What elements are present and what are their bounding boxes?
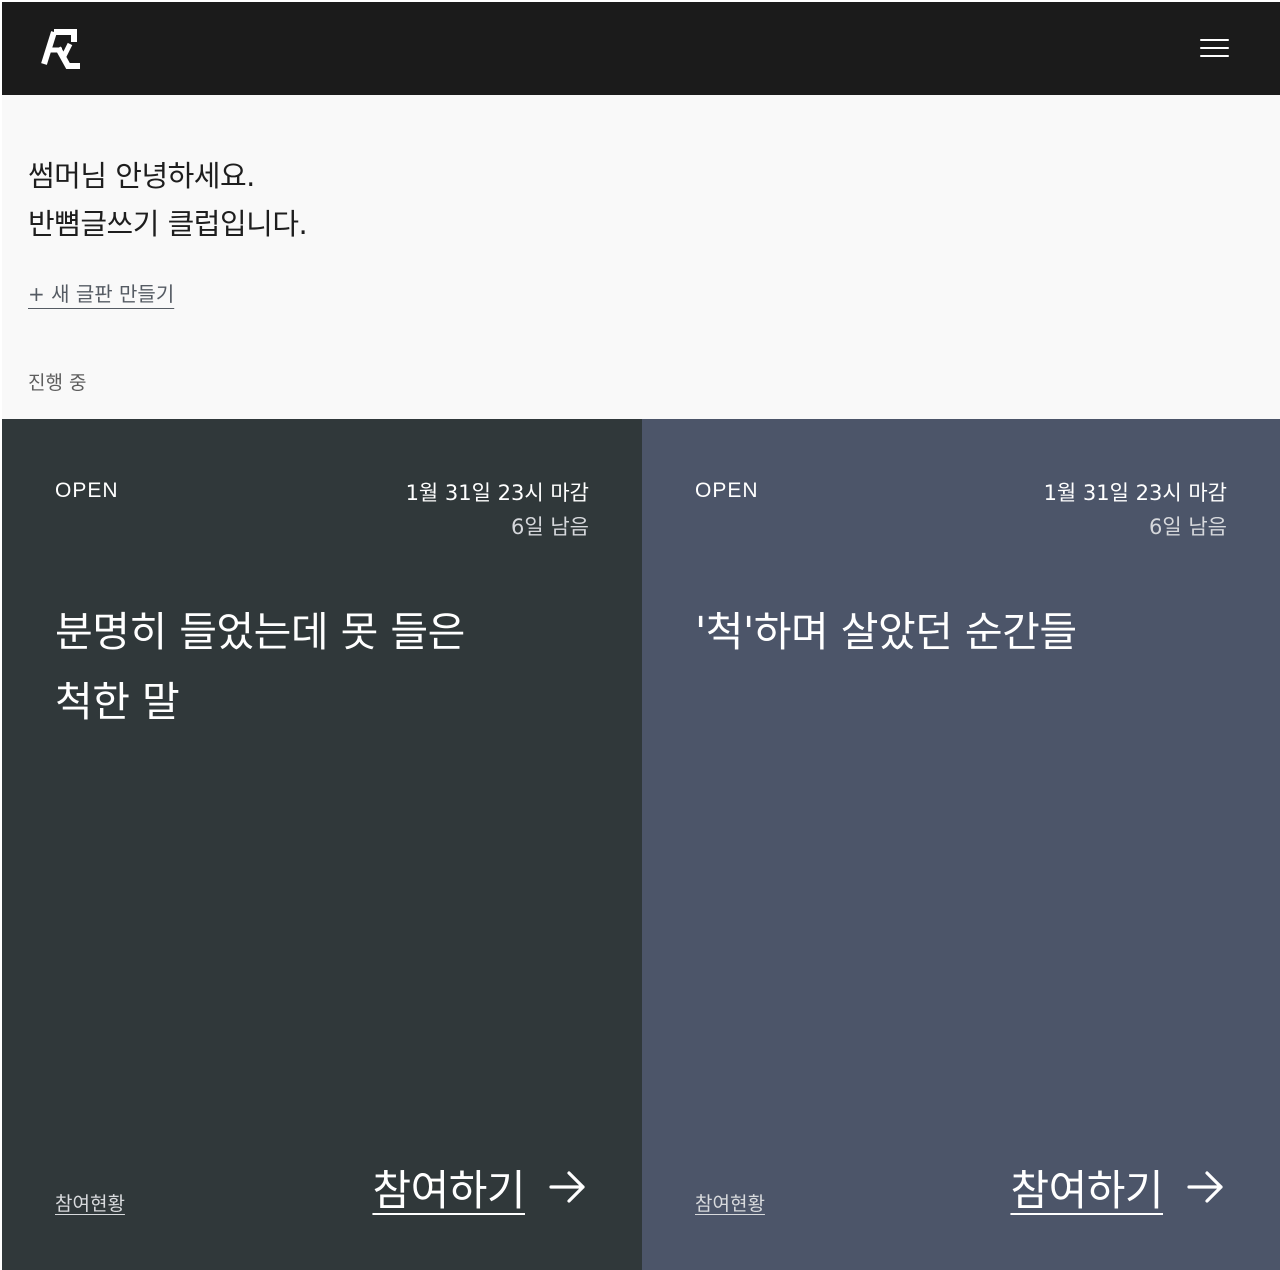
arrow-right-icon <box>549 1171 585 1203</box>
join-button[interactable]: 참여하기 <box>1010 1157 1225 1217</box>
card-title-line-2: 척한 말 <box>55 678 180 726</box>
page: 썸머님 안녕하세요. 반뼘글쓰기 클럽입니다. + 새 글판 만들기 진행 중 … <box>2 2 1280 1270</box>
brand-logo-icon[interactable] <box>40 28 84 70</box>
join-button[interactable]: 참여하기 <box>372 1157 587 1217</box>
deadline-text: 1월 31일 23시 마감 <box>1043 481 1227 505</box>
menu-line <box>1200 55 1229 57</box>
hamburger-menu-icon[interactable] <box>1194 30 1234 66</box>
join-button-label: 참여하기 <box>372 1165 525 1215</box>
greeting: 썸머님 안녕하세요. 반뼘글쓰기 클럽입니다. <box>28 152 308 248</box>
section-label-in-progress: 진행 중 <box>28 372 87 394</box>
card-title[interactable]: 분명히 들었는데 못 들은 척한 말 <box>55 597 555 737</box>
top-bar <box>2 2 1280 95</box>
menu-line <box>1200 39 1229 41</box>
participation-status-link[interactable]: 참여현황 <box>695 1189 765 1216</box>
greeting-line-2: 반뼘글쓰기 클럽입니다. <box>28 207 308 241</box>
status-badge: OPEN <box>55 479 119 502</box>
card-title-line-1: '척'하며 살았던 순간들 <box>695 608 1077 656</box>
join-button-label: 참여하기 <box>1010 1165 1163 1215</box>
new-board-link[interactable]: + 새 글판 만들기 <box>28 278 174 307</box>
deadline-text: 1월 31일 23시 마감 <box>405 481 589 505</box>
arrow-right-icon <box>1187 1171 1223 1203</box>
participation-status-link[interactable]: 참여현황 <box>55 1189 125 1216</box>
status-badge: OPEN <box>695 479 759 502</box>
menu-line <box>1200 47 1229 49</box>
remaining-days: 6일 남음 <box>511 515 589 539</box>
remaining-days: 6일 남음 <box>1149 515 1227 539</box>
greeting-line-1: 썸머님 안녕하세요. <box>28 159 255 193</box>
board-card: OPEN 1월 31일 23시 마감 6일 남음 분명히 들었는데 못 들은 척… <box>2 419 642 1270</box>
board-card: OPEN 1월 31일 23시 마감 6일 남음 '척'하며 살았던 순간들 참… <box>642 419 1280 1270</box>
card-title-line-1: 분명히 들었는데 못 들은 <box>55 608 465 656</box>
card-title[interactable]: '척'하며 살았던 순간들 <box>695 597 1195 667</box>
